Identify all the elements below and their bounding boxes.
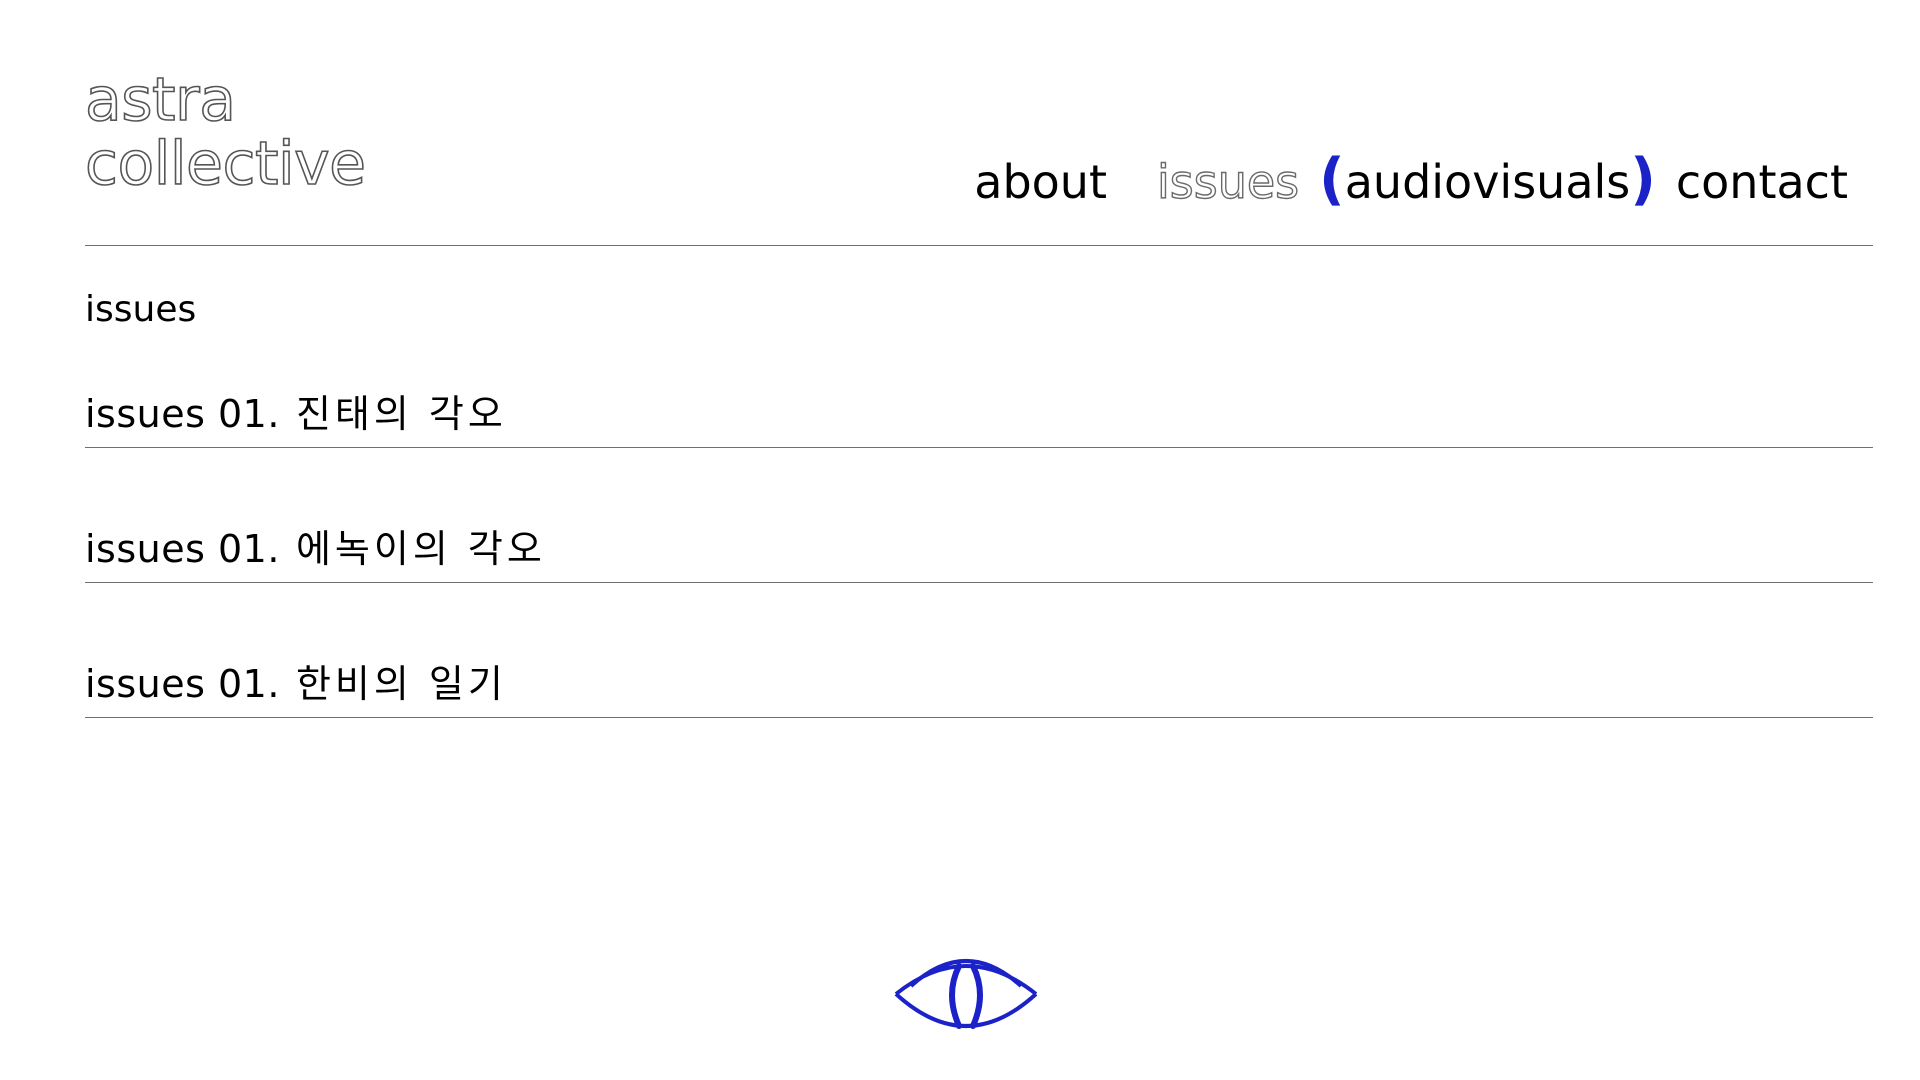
issue-number: issues 01. [85,527,280,571]
nav-audiovisuals-label: audiovisuals [1344,155,1631,209]
nav-audiovisuals-link[interactable]: (audiovisuals) [1319,150,1656,212]
nav-about-link[interactable]: about [974,152,1107,212]
nav-issues-link[interactable]: issues [1156,152,1300,212]
header-divider [85,245,1873,246]
issue-number: issues 01. [85,392,280,436]
row-divider [85,717,1873,718]
row-divider [85,582,1873,583]
paren-open: ( [1319,147,1345,212]
issue-title: 진태의 각오 [295,392,507,436]
paren-close: ) [1630,147,1656,212]
issue-list-item[interactable]: issues 01. 한비의 일기 [85,658,1873,718]
logo-line-collective: collective [84,129,367,199]
issue-text: issues 01. 진태의 각오 [85,390,507,438]
issue-title: 한비의 일기 [295,662,507,706]
issue-list-item[interactable]: issues 01. 에녹이의 각오 [85,523,1873,583]
logo-line-astra: astra [84,65,237,135]
nav-contact-link[interactable]: contact [1676,152,1848,212]
page-title: issues [85,289,197,330]
eye-icon[interactable] [893,948,1039,1038]
issue-text: issues 01. 한비의 일기 [85,660,507,708]
issue-title: 에녹이의 각오 [295,527,546,571]
site-logo[interactable]: astra collective [84,65,367,199]
main-nav: about issues (audiovisuals) contact [974,150,1848,212]
issue-text: issues 01. 에녹이의 각오 [85,525,546,573]
issue-list-item[interactable]: issues 01. 진태의 각오 [85,388,1873,448]
issue-number: issues 01. [85,662,280,706]
row-divider [85,447,1873,448]
